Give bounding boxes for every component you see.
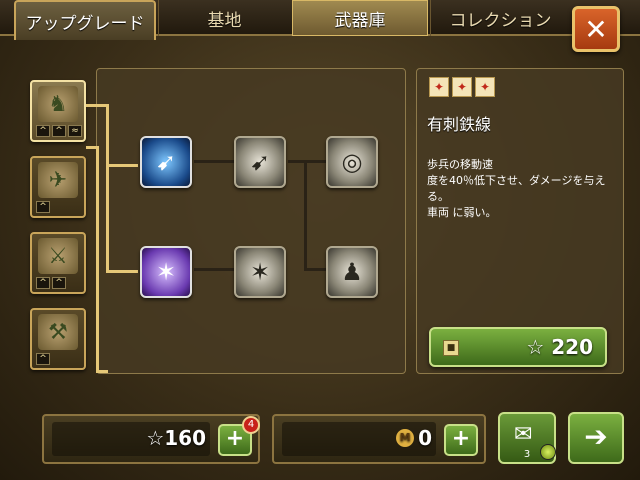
tab-base[interactable]: 基地 — [158, 0, 290, 36]
connector-line — [194, 160, 234, 163]
bullet-icon[interactable]: ➹ — [140, 136, 192, 188]
rank-chevron-icon: ≈ — [68, 125, 82, 137]
connector-line — [106, 164, 138, 167]
purchase-button[interactable]: ■ ☆ 220 — [429, 327, 607, 367]
connector-line — [194, 268, 234, 271]
connector-line — [304, 160, 307, 270]
target-heart-icon[interactable]: ◎ — [326, 136, 378, 188]
artillery-icon: ⚔ — [38, 238, 78, 274]
soldier-statue-icon[interactable]: ♟ — [326, 246, 378, 298]
notification-badge: 4 — [242, 416, 260, 434]
rank-icons: ✦ ✦ ✦ — [429, 77, 495, 97]
connector-line — [288, 160, 326, 163]
tab-bar: アップグレード 基地 武器庫 コレクション — [0, 0, 640, 40]
arrow-right-icon: ➔ — [584, 420, 608, 453]
rank-badge-icon: ✦ — [475, 77, 495, 97]
connector-line — [96, 146, 99, 372]
rank-badge-icon: ✦ — [452, 77, 472, 97]
stars-box: ☆160 + — [42, 414, 260, 464]
plane-icon: ✈ — [38, 162, 78, 198]
barbed-wire-icon[interactable]: ✶ — [140, 246, 192, 298]
timer-icon — [540, 444, 556, 460]
medals-count: M 0 — [396, 426, 432, 450]
unit-card-artillery[interactable]: ⚔ ^ ^ — [30, 232, 86, 294]
unit-card-plane[interactable]: ✈ ^ — [30, 156, 86, 218]
rank-chevron-icon: ^ — [52, 277, 66, 289]
bullet-silver-icon[interactable]: ➹ — [234, 136, 286, 188]
connector-line — [106, 270, 138, 273]
envelope-icon: ✉ — [514, 422, 533, 447]
medals-box: M 0 + — [272, 414, 486, 464]
connector-line — [106, 104, 109, 272]
rank-chevron-icon: ^ — [36, 125, 50, 137]
upgrade-tree-panel — [96, 68, 406, 374]
tab-upgrade[interactable]: アップグレード — [14, 0, 156, 40]
soldier-icon: ♞ — [38, 86, 78, 122]
rank-badge-icon: ✦ — [429, 77, 449, 97]
rank-chevron-icon: ^ — [36, 201, 50, 213]
item-description: 歩兵の移動速 度を40％低下させ、ダメージを与える。 車両 に弱い。 — [427, 158, 606, 219]
close-icon: ✕ — [584, 12, 608, 46]
unit-card-soldier[interactable]: ♞ ^ ^ ≈ — [30, 80, 86, 142]
item-title: 有刺鉄線 — [427, 115, 492, 134]
tab-collection[interactable]: コレクション — [430, 0, 570, 36]
rank-chevron-icon: ^ — [52, 125, 66, 137]
purchase-price: ☆ 220 — [526, 335, 593, 359]
rank-chevron-icon: ^ — [36, 353, 50, 365]
unit-list: ♞ ^ ^ ≈ ✈ ^ ⚔ ^ ^ ⚒ ^ — [20, 68, 100, 374]
close-button[interactable]: ✕ — [572, 6, 620, 52]
barbed-wire-silver-icon[interactable]: ✶ — [234, 246, 286, 298]
unit-card-aa-gun[interactable]: ⚒ ^ — [30, 308, 86, 370]
rank-chevron-icon: ^ — [36, 277, 50, 289]
medal-icon: M — [396, 429, 415, 447]
connector-line — [96, 370, 108, 373]
tab-armory[interactable]: 武器庫 — [292, 0, 428, 36]
stars-count: ☆160 — [146, 426, 206, 450]
next-button[interactable]: ➔ — [568, 412, 624, 464]
connector-line — [86, 104, 108, 107]
connector-line — [304, 268, 326, 271]
aa-gun-icon: ⚒ — [38, 314, 78, 350]
item-info-panel: ✦ ✦ ✦ 有刺鉄線 歩兵の移動速 度を40％低下させ、ダメージを与える。 車両… — [416, 68, 624, 374]
lock-icon: ■ — [443, 340, 459, 356]
add-medals-button[interactable]: + — [444, 424, 478, 456]
